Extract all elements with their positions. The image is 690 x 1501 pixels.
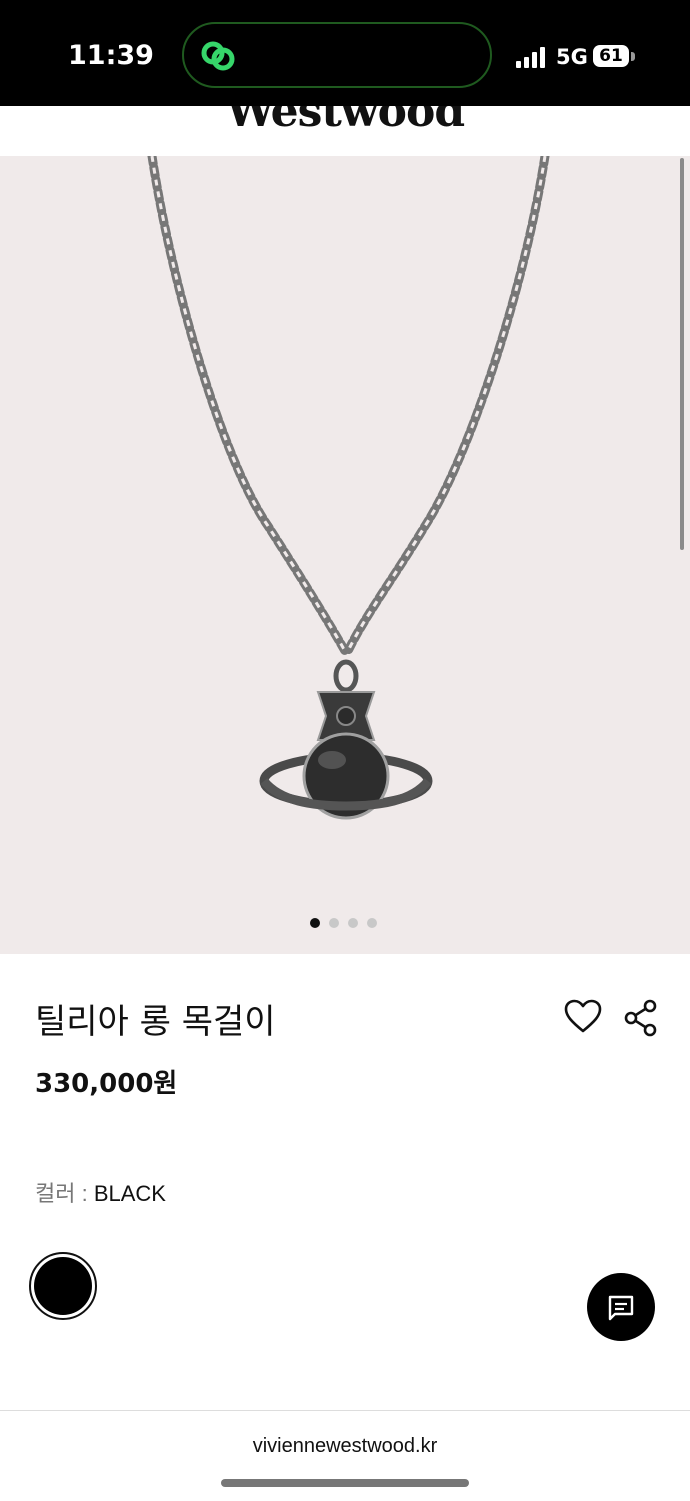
site-header: Westwood [0,106,690,156]
pagination-dot-3[interactable] [348,918,358,928]
network-type: 5G [556,45,588,69]
battery-cap [631,52,635,61]
battery-icon: 61 [593,45,629,67]
color-label: 컬러 [35,1181,76,1206]
chat-icon [608,1295,634,1321]
chat-button[interactable] [587,1273,655,1341]
browser-url[interactable]: viviennewestwood.kr [0,1435,690,1458]
brand-logo[interactable]: Westwood [0,106,690,137]
color-swatch-fill [34,1257,92,1315]
status-bar: 11:39 5G 61 [0,0,690,106]
necklace-image [147,156,550,820]
share-icon[interactable] [622,998,660,1038]
dynamic-island[interactable] [182,22,492,88]
pagination-dot-2[interactable] [329,918,339,928]
pagination-dot-1[interactable] [310,918,320,928]
pagination-dot-4[interactable] [367,918,377,928]
home-indicator[interactable] [221,1479,469,1487]
status-time: 11:39 [68,40,154,71]
color-selection-label: 컬러 : BLACK [35,1176,166,1208]
heart-icon[interactable] [564,998,602,1036]
signal-icon [516,47,545,68]
link-rings-icon [201,41,235,71]
color-separator: : [75,1181,94,1206]
color-swatch-black[interactable] [29,1252,97,1320]
gallery-pagination [310,918,377,928]
browser-address-bar[interactable]: viviennewestwood.kr [0,1410,690,1501]
product-price: 330,000원 [35,1069,178,1099]
page-scrollbar[interactable] [680,158,684,550]
product-title: 틸리아 롱 목걸이 [35,1002,276,1042]
color-value: BLACK [93,1181,166,1206]
product-image-gallery[interactable] [0,156,690,954]
